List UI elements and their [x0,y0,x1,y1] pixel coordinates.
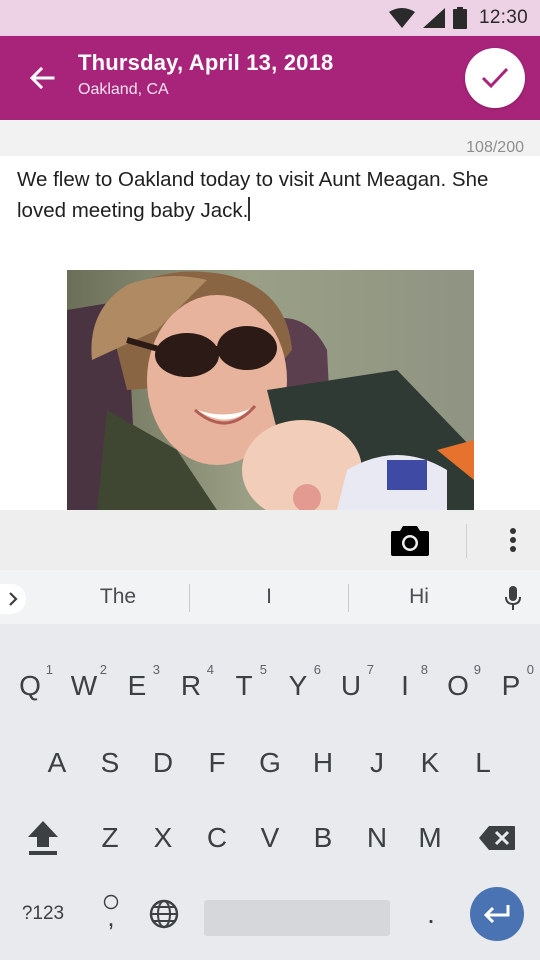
key-label: Q [19,670,41,701]
journal-entry-content: We flew to Oakland today to visit Aunt M… [17,168,489,222]
key-label: E [127,670,147,701]
key-hint: 7 [366,662,374,677]
key-hint: 5 [259,662,267,677]
expand-suggestions-button[interactable] [0,584,26,614]
key-v[interactable]: V [243,810,297,866]
key-j[interactable]: J [350,735,404,791]
key-s[interactable]: S [83,735,137,791]
status-time: 12:30 [478,7,528,28]
key-label: T [235,670,253,701]
spacebar[interactable] [204,900,390,936]
journal-entry-text[interactable]: We flew to Oakland today to visit Aunt M… [17,164,517,226]
status-icons: 12:30 [388,0,528,36]
voice-input-button[interactable] [498,582,528,614]
enter-button[interactable] [470,887,524,941]
key-hint: 9 [473,662,481,677]
done-button[interactable] [465,48,525,108]
key-w[interactable]: W2 [57,658,111,714]
cell-signal-icon [422,8,445,28]
key-h[interactable]: H [296,735,350,791]
app-bar: Thursday, April 13, 2018 Oakland, CA [0,36,540,120]
key-x[interactable]: X [136,810,190,866]
globe-icon [149,899,179,929]
arrow-left-icon [29,66,55,90]
char-counter: 108/200 [466,139,524,156]
key-label: P [501,670,521,701]
status-bar: 12:30 [0,0,540,36]
symbols-key[interactable]: ?123 [10,886,76,942]
key-g[interactable]: G [243,735,297,791]
key-e[interactable]: E3 [110,658,164,714]
key-hint: 0 [526,662,534,677]
backspace-key[interactable] [470,810,524,866]
text-caret [248,197,251,221]
entry-photo[interactable] [67,270,474,510]
journal-entry-area[interactable]: We flew to Oakland today to visit Aunt M… [0,156,540,510]
key-b[interactable]: B [296,810,350,866]
backspace-icon [479,826,515,850]
comma-key[interactable]: , [84,886,138,942]
key-n[interactable]: N [350,810,404,866]
key-label: R [180,670,202,701]
key-d[interactable]: D [136,735,190,791]
camera-icon [391,526,429,556]
key-label: O [447,670,469,701]
key-hint: 4 [206,662,214,677]
key-hint: 1 [45,662,53,677]
key-label: W [70,670,98,701]
period-key[interactable]: . [404,886,458,942]
key-z[interactable]: Z [83,810,137,866]
emoji-hint-icon [103,894,119,910]
wifi-icon [388,8,415,28]
microphone-icon [505,586,521,610]
more-vert-icon [510,528,516,552]
shift-icon [28,821,58,855]
key-i[interactable]: I8 [378,658,432,714]
keyboard: The I Hi Q1 W2 E3 R4 T5 Y6 U7 I8 O9 P0 A… [0,570,540,960]
key-o[interactable]: O9 [431,658,485,714]
battery-icon [452,7,467,29]
suggestion-1[interactable]: The [50,570,186,624]
location-subtitle: Oakland, CA [78,81,169,98]
key-l[interactable]: L [456,735,510,791]
key-hint: 6 [313,662,321,677]
key-hint: 8 [420,662,428,677]
photo-image [67,270,474,510]
key-k[interactable]: K [403,735,457,791]
suggestion-strip: The I Hi [0,570,540,624]
suggestion-divider [348,584,349,612]
suggestion-2[interactable]: I [192,570,346,624]
key-f[interactable]: F [190,735,244,791]
key-c[interactable]: C [190,810,244,866]
key-u[interactable]: U7 [324,658,378,714]
key-y[interactable]: Y6 [271,658,325,714]
chevron-right-icon [9,592,18,606]
keyboard-toolbar [0,510,540,570]
key-label: Y [288,670,308,701]
toolbar-divider [466,524,467,558]
enter-icon [483,905,510,924]
camera-button[interactable] [388,522,432,558]
key-q[interactable]: Q1 [3,658,57,714]
key-label: U [340,670,362,701]
key-r[interactable]: R4 [164,658,218,714]
key-m[interactable]: M [403,810,457,866]
suggestion-3[interactable]: Hi [352,570,486,624]
char-counter-row: 108/200 [0,120,540,156]
suggestion-divider [189,584,190,612]
key-hint: 3 [152,662,160,677]
language-key[interactable] [138,886,190,942]
checkmark-icon [481,67,509,89]
page-title: Thursday, April 13, 2018 [78,50,334,75]
key-t[interactable]: T5 [217,658,271,714]
shift-key[interactable] [16,810,70,866]
key-hint: 2 [99,662,107,677]
title-block: Thursday, April 13, 2018 Oakland, CA [78,50,333,99]
back-button[interactable] [22,58,62,98]
key-p[interactable]: P0 [484,658,538,714]
key-label: I [401,670,409,701]
more-options-button[interactable] [496,522,530,558]
key-a[interactable]: A [30,735,84,791]
